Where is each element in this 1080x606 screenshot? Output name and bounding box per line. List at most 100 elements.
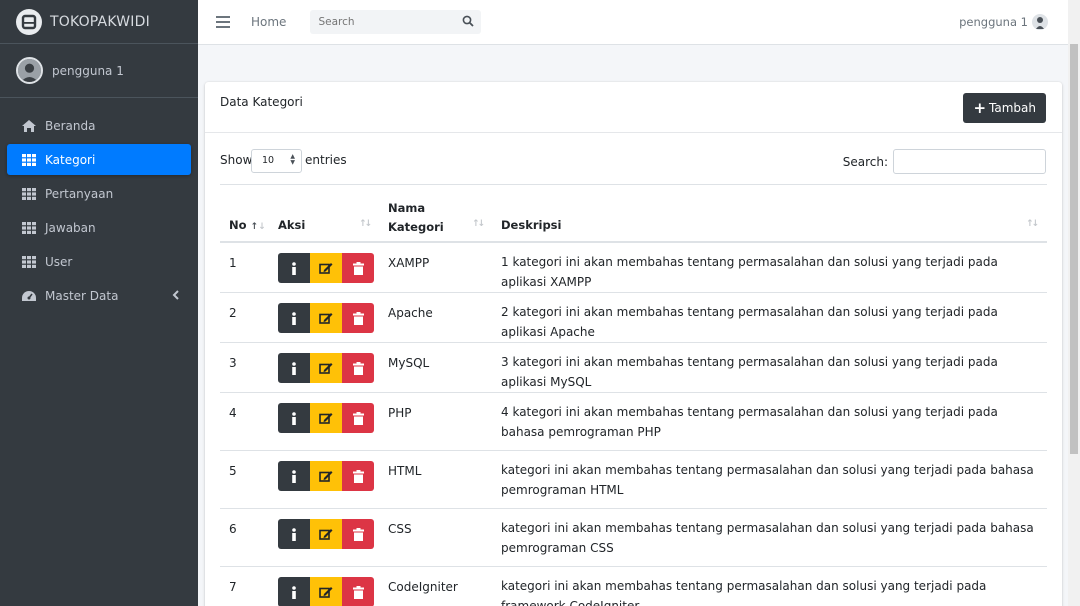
sidebar-item-label: Beranda <box>45 118 96 133</box>
cell-desc: kategori ini akan membahas tentang perma… <box>501 463 1034 497</box>
cell-name: CodeIgniter <box>388 580 458 594</box>
user-panel[interactable]: pengguna 1 <box>0 44 198 98</box>
entries-label: entries <box>305 153 347 167</box>
sidebar-item-kategori[interactable]: Kategori <box>7 144 191 175</box>
menu-toggle-icon[interactable] <box>216 16 230 28</box>
table-search-input[interactable] <box>893 149 1046 174</box>
edit-button[interactable] <box>310 461 342 491</box>
cell-desc: 2 kategori ini akan membahas tentang per… <box>501 305 998 339</box>
sidebar-nav: Beranda Kategori Pertanyaan Jawaban User <box>0 98 198 311</box>
th-no-label: No <box>229 218 247 232</box>
cell-name: CSS <box>388 522 412 536</box>
grid-icon <box>21 153 37 167</box>
info-button[interactable] <box>278 253 310 283</box>
navbar-search-input[interactable] <box>318 16 459 28</box>
trash-icon <box>352 311 364 325</box>
info-icon <box>292 469 296 483</box>
info-button[interactable] <box>278 403 310 433</box>
info-button[interactable] <box>278 519 310 549</box>
info-icon <box>292 311 296 325</box>
info-button[interactable] <box>278 353 310 383</box>
card-header: Data Kategori + Tambah <box>205 82 1062 133</box>
select-arrows-icon: ▲ ▼ <box>290 153 295 166</box>
navbar-search <box>310 10 482 34</box>
trash-icon <box>352 411 364 425</box>
page-length-value: 10 <box>262 155 275 166</box>
brand[interactable]: TOKOPAKWIDI <box>0 0 198 44</box>
add-button[interactable]: + Tambah <box>963 93 1046 123</box>
edit-button[interactable] <box>310 403 342 433</box>
delete-button[interactable] <box>342 403 374 433</box>
sort-desc-icon: ↓ <box>258 222 266 232</box>
row-actions <box>278 519 374 549</box>
delete-button[interactable] <box>342 253 374 283</box>
home-link[interactable]: Home <box>251 15 286 29</box>
edit-button[interactable] <box>310 303 342 333</box>
scrollbar-thumb[interactable] <box>1070 44 1078 454</box>
sort-icon: ↑↓ <box>359 219 372 229</box>
trash-icon <box>352 585 364 599</box>
cell-desc: kategori ini akan membahas tentang perma… <box>501 579 987 606</box>
cell-no: 2 <box>229 306 237 320</box>
edit-button[interactable] <box>310 577 342 606</box>
delete-button[interactable] <box>342 353 374 383</box>
cell-name: XAMPP <box>388 256 430 270</box>
sidebar-item-user[interactable]: User <box>7 246 191 277</box>
cell-desc: 3 kategori ini akan membahas tentang per… <box>501 355 998 389</box>
delete-button[interactable] <box>342 577 374 606</box>
info-button[interactable] <box>278 577 310 606</box>
info-icon <box>292 261 296 275</box>
edit-icon <box>319 263 333 274</box>
table-row: 2 Apache 2 kategori ini akan membahas te… <box>220 293 1047 343</box>
row-actions <box>278 353 374 383</box>
sidebar-item-pertanyaan[interactable]: Pertanyaan <box>7 178 191 209</box>
trash-icon <box>352 261 364 275</box>
info-button[interactable] <box>278 303 310 333</box>
row-actions <box>278 403 374 433</box>
topbar-user-menu[interactable]: pengguna 1 <box>959 14 1048 30</box>
sidebar-item-label: Kategori <box>45 152 96 167</box>
cell-name: HTML <box>388 464 422 478</box>
cell-no: 5 <box>229 464 237 478</box>
edit-icon <box>319 363 333 374</box>
th-no[interactable]: No ↑↓ <box>229 218 266 232</box>
edit-icon <box>319 529 333 540</box>
page-length-select[interactable]: 10 ▲ ▼ <box>251 149 302 173</box>
page-scrollbar[interactable] <box>1068 0 1080 606</box>
trash-icon <box>352 469 364 483</box>
delete-button[interactable] <box>342 461 374 491</box>
brand-logo-icon <box>16 8 42 35</box>
kategori-card: Data Kategori + Tambah Show 10 ▲ ▼ entrie… <box>205 82 1062 606</box>
th-aksi[interactable]: Aksi <box>278 218 305 232</box>
cell-no: 6 <box>229 522 237 536</box>
cell-desc: 4 kategori ini akan membahas tentang per… <box>501 405 998 439</box>
topbar: Home pengguna 1 <box>198 0 1068 45</box>
delete-button[interactable] <box>342 303 374 333</box>
delete-button[interactable] <box>342 519 374 549</box>
info-icon <box>292 411 296 425</box>
edit-button[interactable] <box>310 519 342 549</box>
edit-icon <box>319 413 333 424</box>
edit-button[interactable] <box>310 353 342 383</box>
search-icon[interactable] <box>462 15 475 30</box>
trash-icon <box>352 527 364 541</box>
edit-button[interactable] <box>310 253 342 283</box>
table-row: 4 PHP 4 kategori ini akan membahas tenta… <box>220 393 1047 451</box>
sidebar-item-beranda[interactable]: Beranda <box>7 110 191 141</box>
info-button[interactable] <box>278 461 310 491</box>
sidebar-user-name: pengguna 1 <box>52 63 124 78</box>
th-nama-line2: Kategori <box>388 220 444 234</box>
th-deskripsi[interactable]: Deskripsi <box>501 218 561 232</box>
table-body: 1 XAMPP 1 kategori ini akan membahas ten… <box>220 243 1047 606</box>
info-icon <box>292 585 296 599</box>
table-controls: Show 10 ▲ ▼ entries Search: <box>205 133 1062 185</box>
th-nama-kategori[interactable]: Nama Kategori <box>388 199 444 237</box>
sidebar-item-master-data[interactable]: Master Data <box>7 280 191 311</box>
info-icon <box>292 361 296 375</box>
cell-no: 3 <box>229 356 237 370</box>
table-row: 5 HTML kategori ini akan membahas tentan… <box>220 451 1047 509</box>
sidebar-item-label: Jawaban <box>45 220 96 235</box>
table-search-label: Search: <box>842 155 888 169</box>
sidebar-item-jawaban[interactable]: Jawaban <box>7 212 191 243</box>
topbar-user-name: pengguna 1 <box>959 15 1028 29</box>
